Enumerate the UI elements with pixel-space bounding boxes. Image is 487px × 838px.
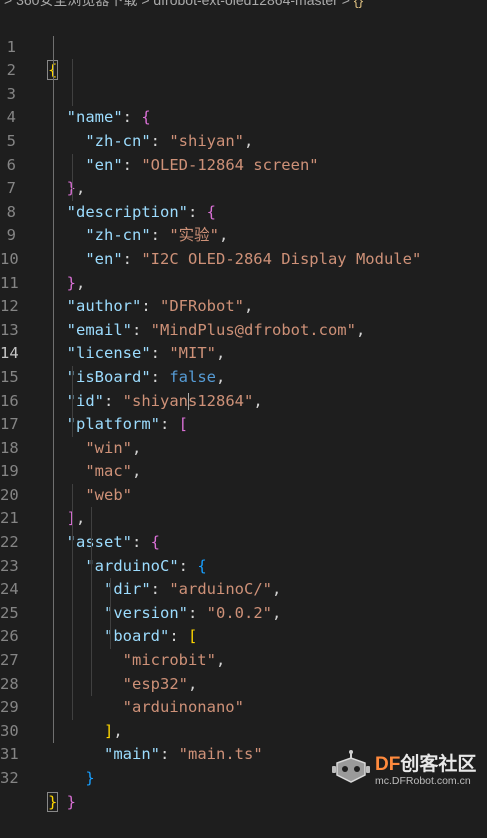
code-line: 5 }, — [0, 106, 487, 197]
close-brace: } — [46, 791, 59, 812]
code-line: 18 "web" — [0, 413, 487, 504]
code-line: 9 }, — [0, 200, 487, 292]
code-line: 1 { — [0, 12, 487, 81]
watermark-brand: DF创客社区 — [375, 754, 477, 775]
dfrobot-robot-logo-icon — [332, 750, 370, 783]
code-line: 31 } — [0, 719, 487, 811]
code-line: 24 "board": [ — [0, 554, 487, 645]
code-line: 27 "arduinonano" — [0, 625, 487, 716]
code-line: 8 "en": "I2C OLED-2864 Display Module" — [0, 177, 487, 268]
code-line: 19 ], — [0, 436, 487, 527]
breadcrumb-path[interactable]: > 360安全浏览器下载 > dfrobot-ext-oled12864-mas… — [4, 0, 354, 8]
code-line: 20 "asset": { — [0, 460, 487, 551]
code-line: 15 "platform": [ — [0, 342, 487, 433]
code-line: 2 "name": { — [0, 35, 487, 126]
json-braces-icon: {} — [353, 0, 364, 8]
code-line: 6 "description": { — [0, 129, 487, 221]
code-line: 22 "dir": "arduinoC/", — [0, 507, 487, 598]
code-line: 3 "zh-cn": "shiyan", — [0, 59, 487, 150]
code-line: 29 "main": "main.ts" — [0, 672, 487, 763]
code-line: 13 "isBoard": false, — [0, 295, 487, 386]
code-line: 10 "author": "DFRobot", — [0, 224, 487, 315]
dfrobot-watermark: DF创客社区 mc.DFRobot.com.cn — [331, 747, 481, 793]
code-line: 7 "zh-cn": "实验", — [0, 153, 487, 244]
code-line: 25 "microbit", — [0, 578, 487, 669]
code-line: 11 "email": "MindPlus@dfrobot.com", — [0, 247, 487, 339]
code-line-active[interactable]: 14 "id": "shiyans12864", — [0, 318, 487, 410]
code-line: 12 "license": "MIT", — [0, 271, 487, 362]
code-editor[interactable]: 1 { 2 "name": { 3 "zh-cn": "shiyan", 4 "… — [0, 12, 487, 812]
line-number: 32 — [0, 769, 19, 787]
code-line: 23 "version": "0.0.2", — [0, 531, 487, 622]
code-line: 28 ], — [0, 649, 487, 740]
watermark-url: mc.DFRobot.com.cn — [375, 775, 471, 787]
code-line: 17 "mac", — [0, 389, 487, 480]
code-line: 16 "win", — [0, 365, 487, 457]
code-line: 21 "arduinoC": { — [0, 483, 487, 575]
code-line: 4 "en": "OLED-12864 screen" — [0, 82, 487, 174]
breadcrumb[interactable]: > 360安全浏览器下载 > dfrobot-ext-oled12864-mas… — [0, 0, 487, 9]
code-line: 30 } — [0, 696, 487, 787]
code-line: 26 "esp32", — [0, 601, 487, 693]
